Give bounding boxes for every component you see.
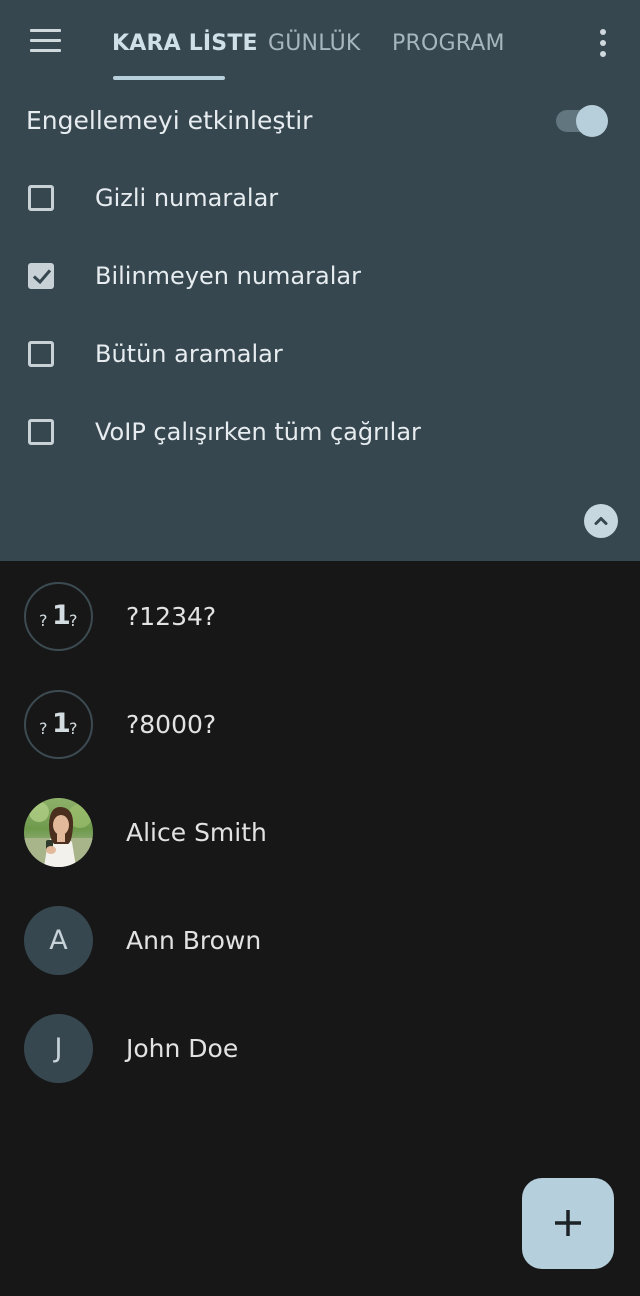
enable-blocking-switch[interactable] — [556, 105, 610, 137]
chevron-up-icon[interactable] — [584, 504, 618, 538]
hamburger-menu-icon[interactable] — [20, 22, 72, 62]
letter-avatar: J — [24, 1014, 93, 1083]
option-label: Bütün aramalar — [95, 340, 283, 368]
list-item[interactable]: Alice Smith — [0, 778, 640, 878]
top-panel: KARA LİSTE GÜNLÜK PROGRAM Engellemeyi et… — [0, 0, 640, 561]
option-all-calls[interactable]: Bütün aramalar — [0, 326, 640, 386]
option-label: VoIP çalışırken tüm çağrılar — [95, 418, 421, 446]
person-photo — [24, 802, 93, 867]
contact-name: ?8000? — [126, 710, 217, 739]
more-vertical-icon[interactable] — [588, 26, 618, 60]
unknown-number-avatar: ? 1 ? — [24, 582, 93, 651]
avatar-question-mark: ? — [39, 611, 48, 630]
contact-name: Ann Brown — [126, 926, 262, 955]
checkmark-icon — [32, 269, 52, 285]
contact-name: ?1234? — [126, 602, 217, 631]
checkbox-all-calls[interactable] — [28, 341, 54, 367]
list-item[interactable]: ? 1 ? ?1234? — [0, 562, 640, 662]
switch-thumb — [576, 105, 608, 137]
tab-schedule[interactable]: PROGRAM — [392, 24, 505, 64]
list-item[interactable]: J John Doe — [0, 994, 640, 1094]
avatar-digit: 1 — [52, 708, 71, 739]
plus-icon — [555, 1210, 581, 1236]
option-voip-calls[interactable]: VoIP çalışırken tüm çağrılar — [0, 404, 640, 464]
letter-avatar: A — [24, 906, 93, 975]
tab-indicator — [113, 76, 225, 80]
avatar-question-mark: ? — [39, 719, 48, 738]
option-label: Gizli numaralar — [95, 184, 279, 212]
add-button[interactable] — [522, 1178, 614, 1269]
avatar-question-mark: ? — [69, 611, 78, 630]
option-label: Bilinmeyen numaralar — [95, 262, 361, 290]
checkbox-hidden-numbers[interactable] — [28, 185, 54, 211]
blacklist-screen: KARA LİSTE GÜNLÜK PROGRAM Engellemeyi et… — [0, 0, 640, 1296]
list-item[interactable]: ? 1 ? ?8000? — [0, 670, 640, 770]
option-hidden-numbers[interactable]: Gizli numaralar — [0, 170, 640, 230]
list-item[interactable]: A Ann Brown — [0, 886, 640, 986]
contact-name: John Doe — [126, 1034, 239, 1063]
avatar-question-mark: ? — [69, 719, 78, 738]
contact-photo-avatar — [24, 798, 93, 867]
contact-name: Alice Smith — [126, 818, 267, 847]
enable-blocking-label: Engellemeyi etkinleştir — [26, 106, 313, 135]
avatar-digit: 1 — [52, 600, 71, 631]
tab-blacklist[interactable]: KARA LİSTE — [112, 24, 258, 64]
checkbox-voip-calls[interactable] — [28, 419, 54, 445]
checkbox-unknown-numbers[interactable] — [28, 263, 54, 289]
option-unknown-numbers[interactable]: Bilinmeyen numaralar — [0, 248, 640, 308]
unknown-number-avatar: ? 1 ? — [24, 690, 93, 759]
tab-log[interactable]: GÜNLÜK — [268, 24, 361, 64]
